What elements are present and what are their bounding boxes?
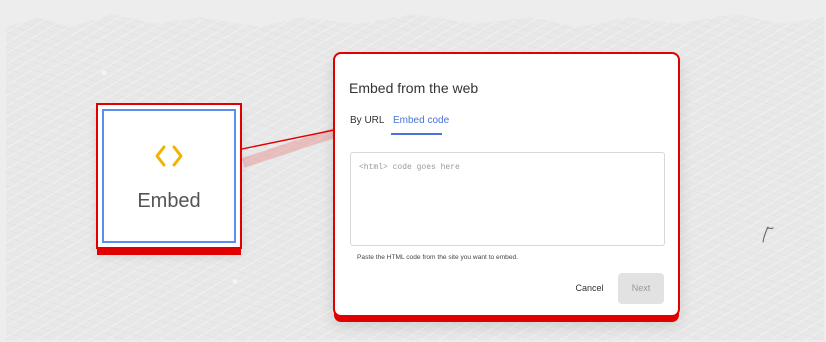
embed-code-input[interactable]: <html> code goes here bbox=[350, 152, 665, 246]
embed-tile-highlight: Embed bbox=[96, 103, 242, 249]
next-button[interactable]: Next bbox=[618, 273, 664, 304]
cancel-button[interactable]: Cancel bbox=[571, 280, 608, 296]
embed-tile[interactable]: Embed bbox=[102, 109, 236, 243]
tab-embed-code[interactable]: Embed code bbox=[393, 115, 449, 127]
code-brackets-icon bbox=[155, 145, 183, 167]
embed-helper-text: Paste the HTML code from the site you wa… bbox=[357, 254, 519, 261]
embed-dialog: Embed from the web By URL Embed code <ht… bbox=[333, 52, 680, 317]
embed-code-placeholder: <html> code goes here bbox=[359, 163, 460, 172]
selected-tab-indicator bbox=[391, 133, 442, 135]
paper-mark bbox=[762, 226, 774, 243]
dialog-title: Embed from the web bbox=[349, 80, 479, 96]
embed-tile-label: Embed bbox=[137, 190, 201, 212]
tab-by-url[interactable]: By URL bbox=[350, 115, 384, 127]
